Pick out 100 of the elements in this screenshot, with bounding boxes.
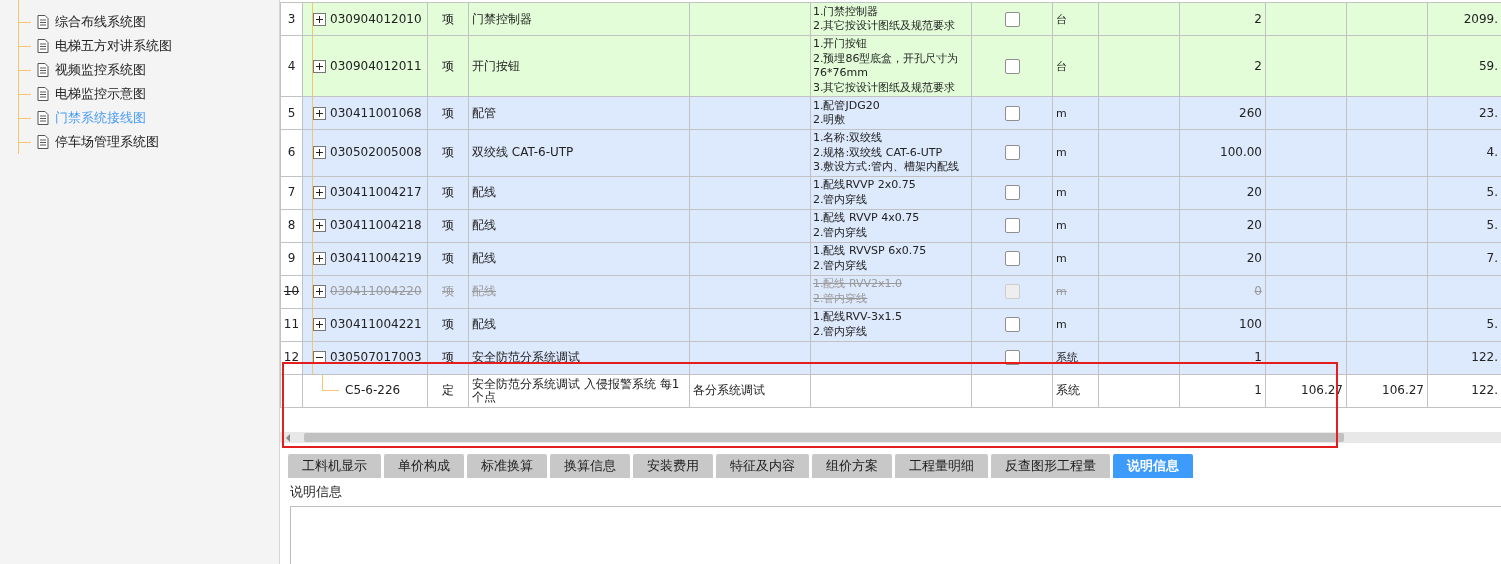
tree-item[interactable]: 视频监控系统图: [55, 61, 146, 79]
table-row[interactable]: 9 030411004219 项 配线 1.配线 RVVSP 6x0.75 2.管内穿线 m 20 7.: [280, 242, 1501, 275]
row-number: 5: [280, 96, 303, 130]
table-cell: 双绞线 CAT-6-UTP: [472, 145, 574, 160]
table-cell: 项: [442, 251, 454, 265]
tab[interactable]: 换算信息: [550, 454, 630, 478]
row-number: 10: [280, 275, 303, 308]
expand-icon[interactable]: [313, 59, 326, 73]
tree-item[interactable]: 综合布线系统图: [55, 13, 146, 31]
checkbox[interactable]: [1004, 11, 1020, 27]
table-cell: 项: [442, 185, 454, 199]
horizontal-scrollbar[interactable]: [280, 432, 1501, 443]
expand-icon[interactable]: [313, 318, 326, 331]
tree-item[interactable]: 电梯五方对讲系统图: [55, 37, 172, 55]
table-cell: 台: [1056, 59, 1067, 73]
document-icon: [37, 111, 49, 125]
table-cell: 1: [1254, 383, 1262, 397]
checkbox[interactable]: [1004, 105, 1020, 121]
table-cell: 4.: [1486, 145, 1498, 160]
table-cell: 配线: [472, 284, 496, 298]
document-icon: [37, 39, 49, 53]
table-cell-text: 1.配管JDG20 2.明敷: [813, 98, 881, 128]
table-cell-text: 1.名称:双绞线 2.规格:双绞线 CAT-6-UTP 3.敷设方式:管内、槽架内配线: [813, 131, 961, 175]
table-cell: m: [1056, 106, 1067, 120]
table-row[interactable]: 10 030411004220 项 配线 1.配线 RVV2x1.0 2.管内穿线 m 0: [280, 275, 1501, 308]
table-cell: 030411004221: [330, 318, 422, 331]
expand-icon[interactable]: [313, 186, 326, 199]
table-cell: 配管: [472, 105, 496, 120]
table-cell: 20: [1246, 185, 1262, 199]
table-cell: 项: [442, 58, 454, 73]
table-row[interactable]: 8 030411004218 项 配线 1.配线 RVVP 4x0.75 2.管内穿线 m 20 5.: [280, 209, 1501, 242]
table-cell: 20: [1246, 251, 1262, 265]
table-cell: C5-6-226: [345, 384, 401, 397]
table-cell: 106.27: [1382, 383, 1424, 397]
expand-icon[interactable]: [313, 106, 326, 120]
table-cell: 030904012010: [330, 12, 422, 26]
checkbox[interactable]: [1004, 58, 1020, 74]
row-number: 8: [280, 209, 303, 242]
expand-icon[interactable]: [313, 12, 326, 26]
table-cell: 100: [1239, 317, 1262, 331]
table-row[interactable]: 3 030904012010 项 门禁控制器 1.门禁控制器 2.其它按设计图纸及规范要求 台 2 2099.: [280, 2, 1501, 36]
table-cell: 2099.: [1463, 11, 1498, 26]
checkbox[interactable]: [1004, 251, 1020, 266]
document-icon: [37, 15, 49, 29]
table-cell-text: 1.配线 RVVP 4x0.75 2.管内穿线: [813, 211, 921, 240]
tab[interactable]: 标准换算: [467, 454, 547, 478]
checkbox[interactable]: [1004, 185, 1020, 200]
table-cell: 系统: [1056, 351, 1078, 364]
table-cell: 项: [442, 317, 454, 331]
row-number: 4: [280, 35, 303, 97]
table-row[interactable]: 11 030411004221 项 配线 1.配线RVV-3x1.5 2.管内穿线 m 100 5.: [280, 308, 1501, 341]
row-number: 9: [280, 242, 303, 275]
table-cell: 开门按钮: [472, 58, 520, 73]
table-cell: 7.: [1486, 251, 1498, 265]
table-cell: 安全防范分系统调试 入侵报警系统 每1个点: [472, 376, 680, 404]
table-cell: m: [1056, 219, 1067, 232]
row-number: 7: [280, 176, 303, 209]
expand-icon[interactable]: [313, 252, 326, 265]
table-cell-text: 1.配线 RVVSP 6x0.75 2.管内穿线: [813, 244, 928, 273]
checkbox[interactable]: [1004, 218, 1020, 233]
table-cell: m: [1056, 186, 1067, 199]
table-cell: 030411004218: [330, 219, 422, 232]
tab[interactable]: 安装费用: [633, 454, 713, 478]
table-cell: 系统: [1056, 383, 1080, 397]
table-cell: m: [1056, 318, 1067, 331]
table-row[interactable]: 5 030411001068 项 配管 1.配管JDG20 2.明敷 m 260 23.: [280, 96, 1501, 130]
tree-item[interactable]: 电梯监控示意图: [55, 85, 146, 103]
expand-icon[interactable]: [313, 146, 326, 160]
table-cell: 项: [442, 11, 454, 26]
table-cell: 030411004220: [330, 285, 422, 298]
tab[interactable]: 工程量明细: [895, 454, 988, 478]
table-cell: 260: [1239, 105, 1262, 120]
tab[interactable]: 组价方案: [812, 454, 892, 478]
table-cell: 项: [442, 350, 454, 364]
tab[interactable]: 反查图形工程量: [991, 454, 1110, 478]
table-cell: 23.: [1478, 105, 1498, 120]
checkbox[interactable]: [1004, 284, 1020, 299]
tab[interactable]: 工料机显示: [288, 454, 381, 478]
tab[interactable]: 单价构成: [384, 454, 464, 478]
tab[interactable]: 特征及内容: [716, 454, 809, 478]
tree-item[interactable]: 停车场管理系统图: [55, 133, 159, 151]
checkbox[interactable]: [1004, 317, 1020, 332]
table-cell: 030507017003: [330, 351, 422, 364]
table-row[interactable]: 6 030502005008 项 双绞线 CAT-6-UTP 1.名称:双绞线 2.规格:双绞线 CAT-6-UTP 3.敷设方式:管内、槽架内配线 m 100.00 4.: [280, 129, 1501, 176]
table-row[interactable]: 7 030411004217 项 配线 1.配线RVVP 2x0.75 2.管内穿线 m 20 5.: [280, 176, 1501, 209]
table-cell: 100.00: [1220, 145, 1262, 160]
table-cell: m: [1056, 285, 1067, 298]
expand-icon[interactable]: [313, 219, 326, 232]
table-cell: 030411004217: [330, 186, 422, 199]
table-cell: 2: [1254, 11, 1262, 26]
table-cell: 门禁控制器: [472, 11, 532, 26]
table-cell: 5.: [1486, 218, 1498, 232]
table-cell: 122.: [1471, 383, 1498, 397]
table-cell: 030502005008: [330, 146, 422, 160]
checkbox[interactable]: [1004, 145, 1020, 161]
table-row[interactable]: 4 030904012011 项 开门按钮 1.开门按钮 2.预埋86型底盒，开孔尺寸为76*76mm 3.其它按设计图纸及规范要求 台 2 59.: [280, 35, 1501, 97]
table-cell: 配线: [472, 317, 496, 331]
expand-icon[interactable]: [313, 285, 326, 298]
table-cell: m: [1056, 252, 1067, 265]
document-icon: [37, 87, 49, 101]
